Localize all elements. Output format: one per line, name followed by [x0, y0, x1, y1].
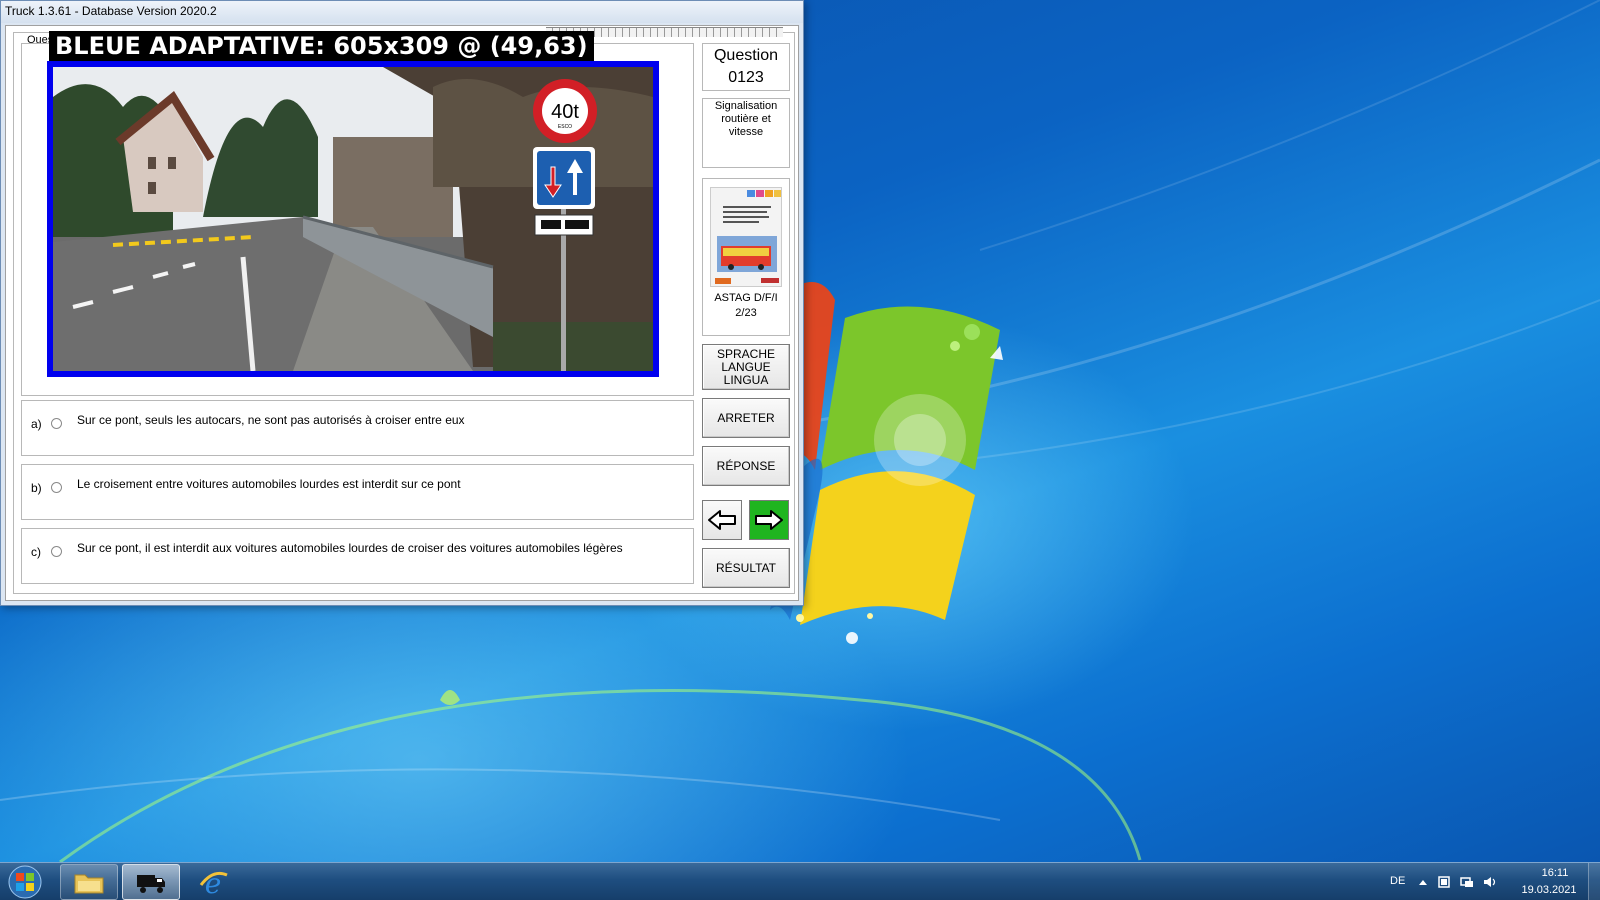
speed-sign-subtext: ESCO: [558, 124, 572, 130]
network-icon[interactable]: [1460, 875, 1474, 889]
topic-box: Signalisation routière et vitesse: [702, 98, 790, 168]
arrow-left-icon: [708, 510, 736, 530]
svg-text:e: e: [205, 867, 222, 897]
action-center-flag-icon[interactable]: [1437, 875, 1451, 889]
answer-a-radio[interactable]: [51, 418, 62, 429]
topic-text: Signalisation routière et vitesse: [714, 100, 778, 138]
volume-icon[interactable]: [1483, 875, 1497, 889]
result-button[interactable]: RÉSULTAT: [702, 548, 790, 588]
window-title-bar[interactable]: Truck 1.3.61 - Database Version 2020.2: [1, 1, 803, 23]
result-button-label: RÉSULTAT: [715, 560, 776, 575]
clock-date[interactable]: 19.03.2021: [1519, 884, 1579, 896]
truck-icon: [137, 875, 165, 893]
window-title: Truck 1.3.61 - Database Version 2020.2: [5, 4, 217, 18]
answer-c-text: Sur ce pont, il est interdit aux voiture…: [77, 541, 623, 555]
answer-b-letter: b): [31, 481, 42, 495]
internet-explorer-icon: e: [199, 867, 228, 897]
answer-button-label: RÉPONSE: [716, 458, 776, 473]
input-language-indicator[interactable]: DE: [1390, 875, 1405, 887]
speed-sign-text: 40t: [551, 101, 579, 123]
reference-book-box: ASTAG D/F/I 2/23: [702, 178, 790, 336]
answer-a-text: Sur ce pont, seuls les autocars, ne sont…: [77, 413, 465, 427]
answer-a-letter: a): [31, 417, 42, 431]
debug-overlay-banner: BLEUE ADAPTATIVE: 605x309 @ (49,63): [49, 31, 594, 61]
answer-button[interactable]: RÉPONSE: [702, 446, 790, 486]
answer-a[interactable]: a) Sur ce pont, seuls les autocars, ne s…: [21, 400, 694, 456]
app-window: Truck 1.3.61 - Database Version 2020.2 Q…: [0, 0, 804, 606]
question-number-box: Question 0123: [702, 43, 790, 91]
stop-button[interactable]: ARRETER: [702, 398, 790, 438]
taskbar-truck-app[interactable]: [122, 864, 180, 900]
taskbar-internet-explorer[interactable]: e: [184, 864, 242, 900]
arrow-right-icon: [755, 510, 783, 530]
answer-b-text: Le croisement entre voitures automobiles…: [77, 477, 461, 491]
windows-start-icon: [8, 865, 42, 899]
previous-button[interactable]: [702, 500, 742, 540]
question-number: 0123: [728, 69, 764, 86]
answer-b-radio[interactable]: [51, 482, 62, 493]
taskbar-explorer[interactable]: [60, 864, 118, 900]
language-button[interactable]: SPRACHE LANGUE LINGUA: [702, 344, 790, 390]
language-button-line1: SPRACHE: [716, 346, 775, 361]
stop-button-label: ARRETER: [717, 410, 775, 425]
answer-b[interactable]: b) Le croisement entre voitures automobi…: [21, 464, 694, 520]
show-hidden-icons-icon[interactable]: [1416, 875, 1430, 889]
answer-c-letter: c): [31, 545, 41, 559]
question-photo: 40t ESCO: [47, 61, 659, 377]
question-label: Question: [713, 47, 779, 64]
answer-c-radio[interactable]: [51, 546, 62, 557]
folder-icon: [74, 874, 104, 894]
reference-book-label-line2: 2/23: [735, 307, 757, 319]
taskbar: e DE 16:11 19.03.2021: [0, 862, 1600, 900]
reference-book-label-line1: ASTAG D/F/I: [714, 292, 778, 304]
start-button[interactable]: [6, 865, 44, 899]
book-cover-graphic: [711, 188, 781, 286]
language-button-line3: LINGUA: [723, 372, 769, 387]
answer-c[interactable]: c) Sur ce pont, il est interdit aux voit…: [21, 528, 694, 584]
next-button[interactable]: [749, 500, 789, 540]
clock-time[interactable]: 16:11: [1532, 867, 1578, 879]
language-button-line2: LANGUE: [721, 359, 771, 374]
road-bridge-photo: 40t ESCO: [53, 67, 653, 371]
show-desktop-button[interactable]: [1588, 863, 1600, 900]
reference-book-cover: [710, 187, 782, 287]
